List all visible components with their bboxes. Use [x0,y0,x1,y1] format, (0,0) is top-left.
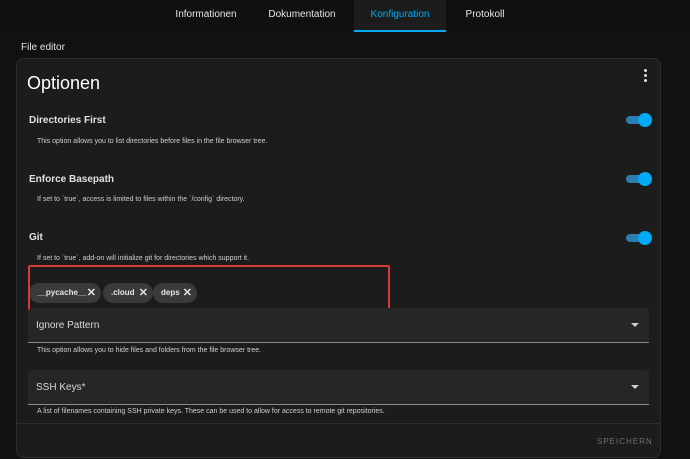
toggle-enforce-basepath[interactable] [626,172,652,186]
tab-bar: Informationen Dokumentation Konfiguratio… [0,0,690,32]
ignore-pattern-label: Ignore Pattern [36,320,100,331]
tab-konfiguration[interactable]: Konfiguration [354,0,446,32]
tab-protokoll[interactable]: Protokoll [446,0,524,32]
option-label-enforce-basepath: Enforce Basepath [29,174,115,185]
option-description-enforce-basepath: If set to `true`, access is limited to f… [37,196,245,203]
toggle-git[interactable] [626,231,652,245]
section-title: File editor [21,42,65,53]
option-label-git: Git [29,232,43,243]
card-title: Optionen [27,73,101,93]
divider [17,423,660,424]
save-button[interactable]: SPEICHERN [597,437,653,446]
ignore-pattern-select[interactable]: Ignore Pattern [28,308,649,343]
tab-informationen[interactable]: Informationen [160,0,252,32]
tab-dokumentation[interactable]: Dokumentation [252,0,352,32]
option-label-directories-first: Directories First [29,115,106,126]
caret-down-icon [631,323,639,327]
ssh-keys-helper: A list of filenames containing SSH priva… [37,408,385,415]
more-vert-icon[interactable] [637,67,653,85]
option-description-directories-first: This option allows you to list directori… [37,138,268,145]
ssh-keys-select[interactable]: SSH Keys* [28,370,649,405]
ssh-keys-label: SSH Keys* [36,382,86,393]
options-card: Optionen Directories First This option a… [16,58,661,458]
ignore-pattern-helper: This option allows you to hide files and… [37,347,262,354]
toggle-directories-first[interactable] [626,113,652,127]
caret-down-icon [631,385,639,389]
option-description-git: If set to `true`, add-on will initialize… [37,255,250,262]
